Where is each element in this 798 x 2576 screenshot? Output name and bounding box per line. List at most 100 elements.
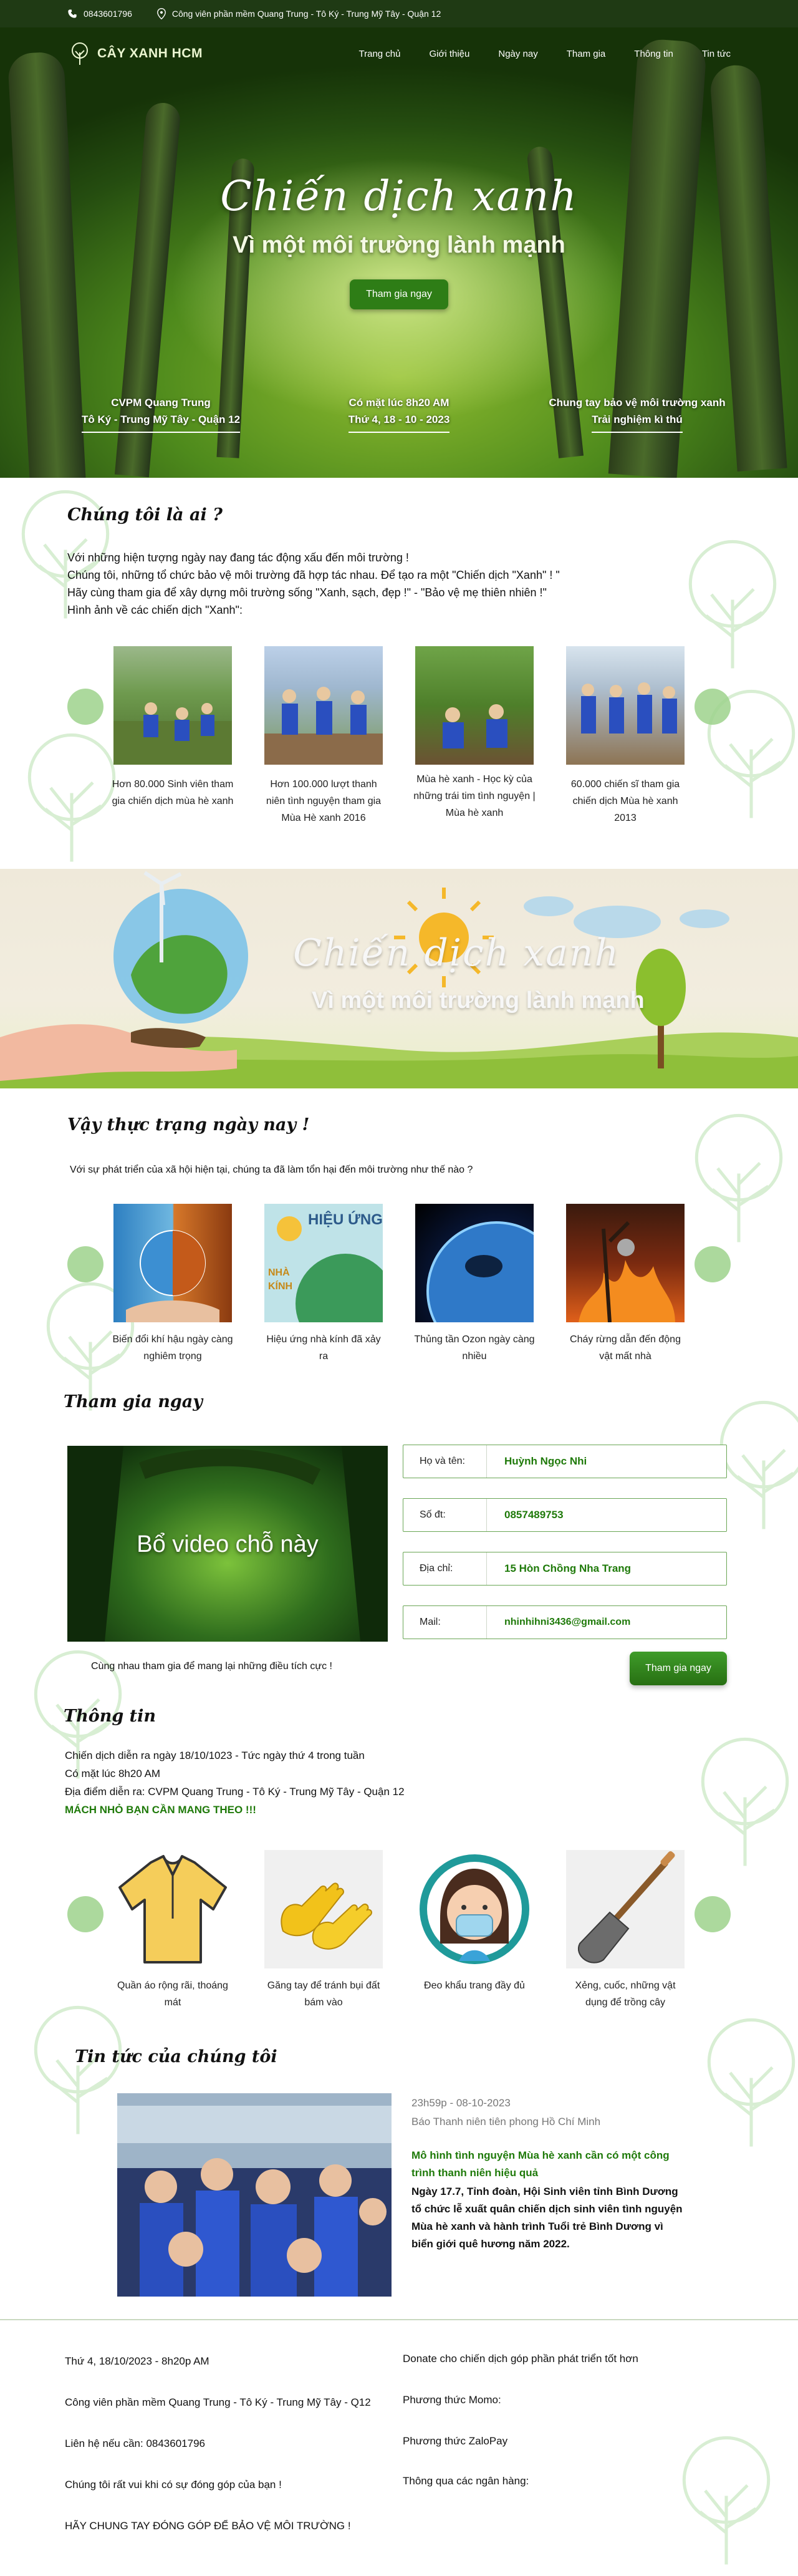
phone-field[interactable]: Số đt: 0857489753 (403, 1498, 727, 1532)
nav-item-info[interactable]: Thông tin (634, 49, 673, 59)
footer-thanks: Chúng tôi rất vui khi có sự đóng góp của… (65, 2479, 282, 2491)
field-value[interactable]: 0857489753 (487, 1509, 564, 1521)
hero-info-slogan: Chung tay bảo vệ môi trường xanh Trải ng… (544, 394, 731, 433)
shirt-icon (118, 1855, 227, 1963)
campaign-caption: 60.000 chiến sĩ tham gia chiến dịch Mùa … (570, 779, 680, 823)
ozone-hole-image (415, 1204, 534, 1322)
footer-date: Thứ 4, 18/10/2023 - 8h20p AM (65, 2355, 209, 2367)
join-title: Tham gia ngay (64, 1392, 203, 1411)
hero-info-location: CVPM Quang Trung Tô Ký - Trung Mỹ Tây - … (67, 394, 254, 433)
campaign-photo (264, 646, 383, 765)
tree-decoration-icon (682, 2436, 771, 2565)
greenhouse-effect-image: HIỆU ỨNG NHÀ KÍNH (264, 1204, 383, 1322)
field-value[interactable]: Huỳnh Ngọc Nhi (487, 1455, 587, 1468)
field-value[interactable]: nhinhihni3436@gmail.com (487, 1617, 630, 1628)
carousel-next-button[interactable] (695, 689, 731, 725)
item-caption: Quần áo rộng rãi, thoáng mát (117, 1980, 228, 2008)
tree-logo-icon (72, 42, 88, 65)
hero-info-line2: Trải nghiệm kì thú (592, 411, 683, 433)
footer-contact: Liên hệ nếu cần: 0843601796 (65, 2438, 205, 2449)
campaign-caption: Hơn 100.000 lượt thanh niên tình nguyện … (266, 779, 382, 823)
carousel-prev-button[interactable] (67, 689, 103, 725)
news-headline[interactable]: Mô hình tình nguyện Mùa hè xanh cần có m… (411, 2147, 686, 2182)
tree-decoration-icon (27, 733, 116, 862)
field-label: Họ và tên: (403, 1445, 487, 1478)
face-mask-icon (420, 1854, 529, 1964)
carousel-next-button[interactable] (695, 1896, 731, 1932)
join-note: Cùng nhau tham gia để mang lại những điề… (91, 1661, 332, 1672)
donate-momo[interactable]: Phương thức Momo: (403, 2394, 501, 2406)
address-info[interactable]: Công viên phần mềm Quang Trung - Tô Ký -… (156, 8, 441, 19)
hero-subtitle: Vì một môi trường lành mạnh (233, 232, 565, 258)
banner-illustration (0, 871, 798, 1088)
location-pin-icon (156, 8, 166, 19)
issue-caption: Biến đổi khí hậu ngày càng nghiêm trọng (112, 1334, 233, 1362)
nav-item-home[interactable]: Trang chủ (359, 49, 401, 59)
top-contact-bar: 0843601796 Công viên phần mềm Quang Trun… (0, 0, 798, 27)
footer-address: Công viên phần mềm Quang Trung - Tô Ký -… (65, 2396, 371, 2408)
news-body: Ngày 17.7, Tỉnh đoàn, Hội Sinh viên tỉnh… (411, 2186, 683, 2250)
mask-image (415, 1850, 534, 1968)
item-caption: Đeo khẩu trang đầy đủ (424, 1980, 525, 1991)
address-field[interactable]: Địa chỉ: 15 Hòn Chồng Nha Trang (403, 1552, 727, 1586)
nav-item-about[interactable]: Giới thiệu (430, 49, 470, 59)
about-title: Chúng tôi là ai ? (67, 505, 223, 525)
donate-banks[interactable]: Thông qua các ngân hàng: (403, 2475, 529, 2487)
footer-slogan: HÃY CHUNG TAY ĐÓNG GÓP ĐỂ BẢO VỆ MÔI TRƯ… (65, 2520, 351, 2532)
join-submit-button[interactable]: Tham gia ngay (630, 1652, 727, 1685)
shovel-icon (578, 1851, 675, 1963)
hero-info-line1: CVPM Quang Trung (111, 397, 211, 409)
nav-item-join[interactable]: Tham gia (567, 49, 606, 59)
phone-number: 0843601796 (84, 9, 132, 19)
field-label: Địa chỉ: (403, 1552, 487, 1585)
field-label: Số đt: (403, 1499, 487, 1531)
issue-caption: Thủng tần Ozon ngày càng nhiều (414, 1334, 535, 1362)
info-line: Chiến dịch diễn ra ngày 18/10/1023 - Tức… (65, 1750, 365, 1761)
video-placeholder-text: Bổ video chỗ này (137, 1531, 319, 1557)
campaign-photo (566, 646, 685, 765)
video-placeholder[interactable]: Bổ video chỗ này (67, 1446, 388, 1642)
campaign-photo (113, 646, 232, 765)
news-photo[interactable] (117, 2093, 392, 2297)
nav-menu: Trang chủ Giới thiệu Ngày nay Tham gia T… (359, 49, 731, 59)
about-line: Với những hiện tượng ngày nay đang tác đ… (67, 551, 409, 564)
forest-fire-image (566, 1204, 685, 1322)
field-value[interactable]: 15 Hòn Chồng Nha Trang (487, 1562, 631, 1575)
email-field[interactable]: Mail: nhinhihni3436@gmail.com (403, 1605, 727, 1639)
news-source: Báo Thanh niên tiên phong Hồ Chí Minh (411, 2116, 601, 2128)
item-caption: Găng tay để tránh bụi đất bám vào (267, 1980, 380, 2008)
tree-decoration-icon (701, 1737, 789, 1866)
hero-info-line1: Chung tay bảo vệ môi trường xanh (549, 397, 726, 409)
issue-caption: Cháy rừng dẫn đến động vật mất nhà (570, 1334, 681, 1362)
carousel-prev-button[interactable] (67, 1896, 103, 1932)
news-time: 23h59p - 08-10-2023 (411, 2097, 511, 2109)
nav-item-today[interactable]: Ngày nay (498, 49, 537, 59)
site-logo[interactable]: CÂY XANH HCM (67, 41, 203, 66)
logo-text: CÂY XANH HCM (97, 46, 203, 61)
field-label: Mail: (403, 1606, 487, 1639)
about-line: Hình ảnh về các chiến dịch "Xanh": (67, 604, 243, 616)
shovel-image (566, 1850, 685, 1968)
donate-zalopay[interactable]: Phương thức ZaloPay (403, 2435, 507, 2448)
hero-join-button[interactable]: Tham gia ngay (350, 279, 448, 309)
banner-title: Chiến dịch xanh (293, 931, 620, 975)
gloves-image (264, 1850, 383, 1968)
carousel-next-button[interactable] (695, 1246, 731, 1282)
phone-icon (68, 9, 77, 18)
footer-divider (0, 2319, 798, 2320)
nav-item-news[interactable]: Tin tức (702, 49, 731, 59)
about-line: Hãy cùng tham gia để xây dựng môi trường… (67, 586, 547, 599)
name-field[interactable]: Họ và tên: Huỳnh Ngọc Nhi (403, 1445, 727, 1478)
hero-info-line2: Thứ 4, 18 - 10 - 2023 (348, 411, 450, 433)
news-title: Tin tức của chúng tôi (75, 2047, 277, 2066)
item-caption: Xẻng, cuốc, những vật dụng để trồng cây (575, 1980, 676, 2008)
tree-decoration-icon (695, 1113, 783, 1242)
phone-info[interactable]: 0843601796 (67, 9, 132, 19)
issue-caption: Hiệu ứng nhà kính đã xảy ra (266, 1334, 381, 1362)
climate-change-image (113, 1204, 232, 1322)
hero-title: Chiến dịch xanh (220, 172, 578, 220)
shirt-image (113, 1850, 232, 1968)
hero-section: CÂY XANH HCM Trang chủ Giới thiệu Ngày n… (0, 27, 798, 478)
carousel-prev-button[interactable] (67, 1246, 103, 1282)
about-line: Chúng tôi, những tổ chức bảo vệ môi trườ… (67, 569, 560, 581)
